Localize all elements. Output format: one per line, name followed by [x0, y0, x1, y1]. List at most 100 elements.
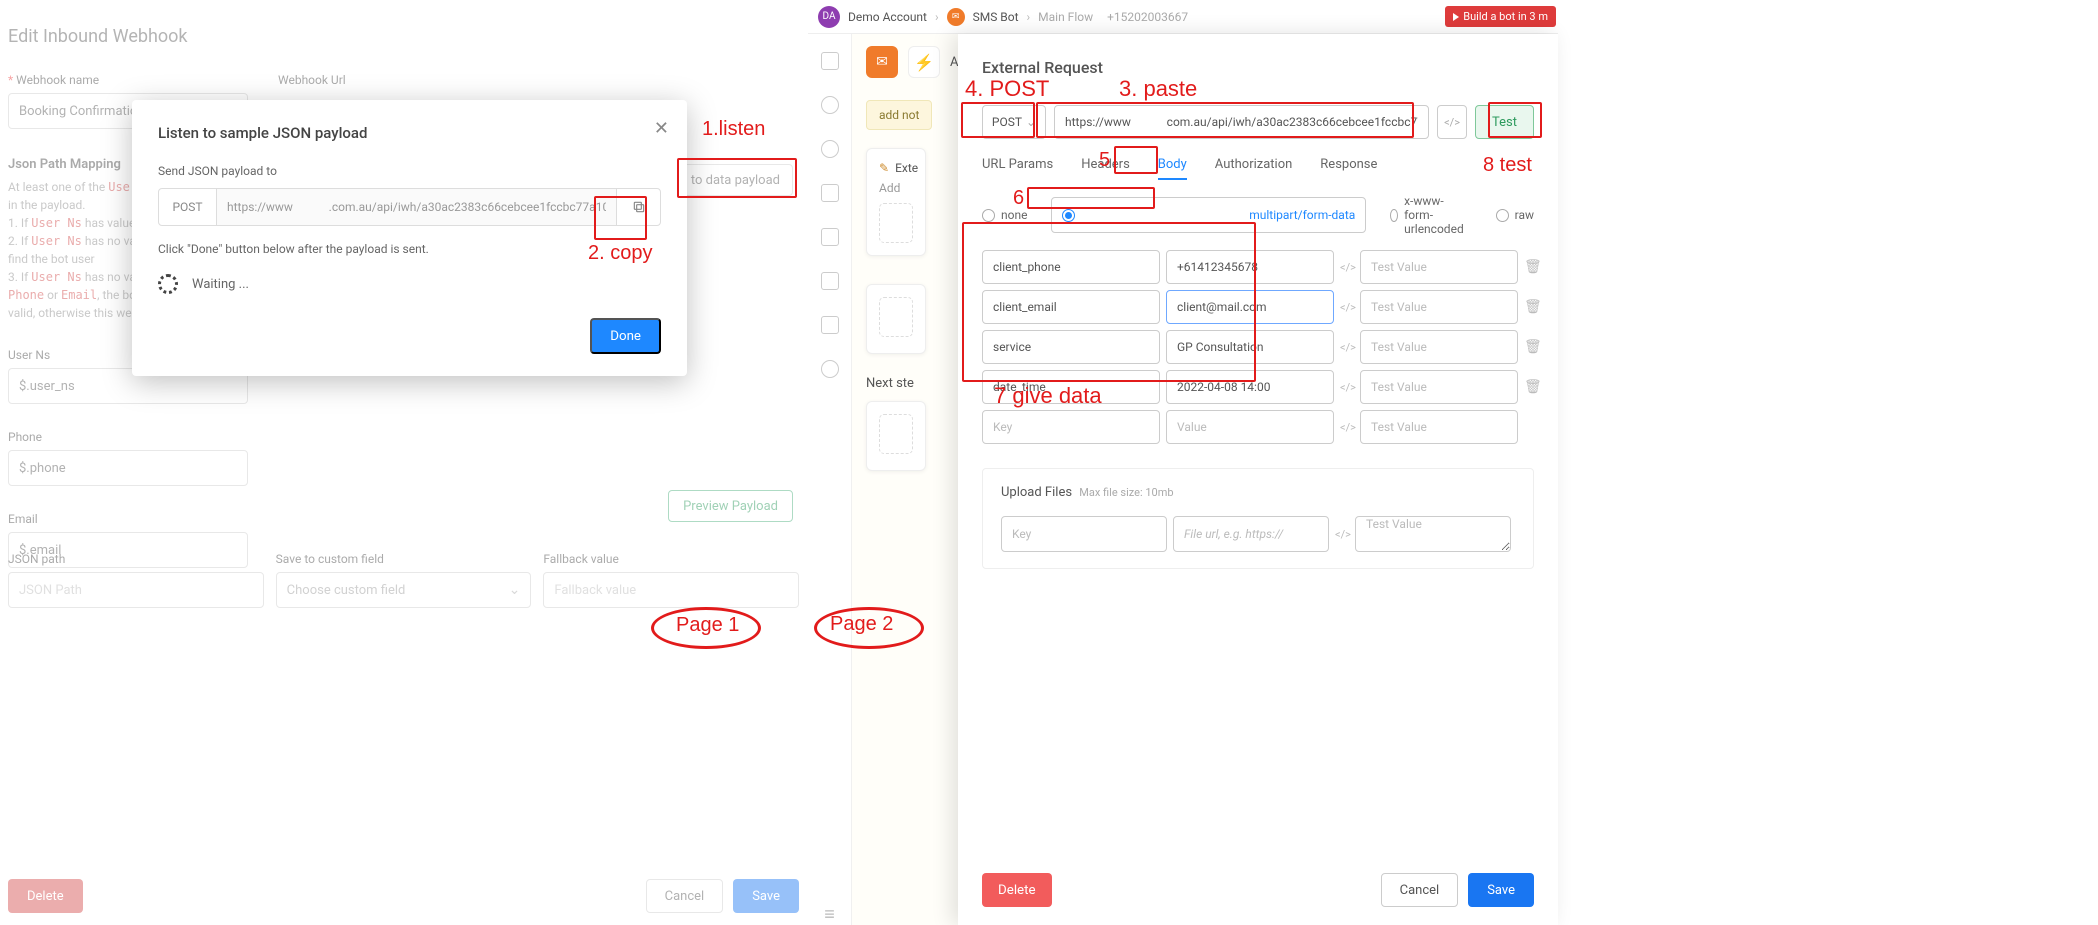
send-to-label: Send JSON payload to — [158, 164, 661, 178]
test-value-input[interactable] — [1360, 250, 1518, 284]
code-icon[interactable]: </> — [1340, 301, 1354, 314]
archive-icon[interactable] — [821, 272, 839, 290]
key-input[interactable] — [982, 370, 1160, 404]
value-input[interactable] — [1166, 410, 1334, 444]
grid-icon[interactable] — [821, 52, 839, 70]
kv-row: </> 🗑 — [982, 290, 1534, 324]
dots-icon[interactable] — [821, 360, 839, 378]
flow-phone: +15202003667 — [1107, 10, 1188, 24]
test-value-input[interactable] — [1360, 370, 1518, 404]
close-icon[interactable]: ✕ — [654, 118, 669, 139]
play-icon — [1453, 13, 1459, 21]
dashed-drop[interactable] — [879, 414, 913, 454]
panel-delete-button[interactable]: Delete — [982, 873, 1052, 907]
tab-url-params[interactable]: URL Params — [982, 157, 1053, 180]
add-note-button[interactable]: add not — [866, 100, 932, 130]
upload-hint: Max file size: 10mb — [1079, 486, 1173, 499]
page-title: Edit Inbound Webhook — [0, 0, 807, 47]
sms-chip-icon: ✉ — [866, 46, 898, 78]
panel-cancel-button[interactable]: Cancel — [1381, 873, 1459, 907]
megaphone-icon[interactable] — [821, 316, 839, 334]
action-card[interactable]: ✎Exte Add — [866, 148, 926, 256]
dashed-drop[interactable] — [879, 203, 913, 243]
panel-save-button[interactable]: Save — [1468, 873, 1534, 907]
value-input[interactable] — [1166, 290, 1334, 324]
file-test-value[interactable] — [1355, 516, 1511, 552]
build-video-button[interactable]: Build a bot in 3 m — [1445, 6, 1556, 27]
webhook-url-label: Webhook Url — [278, 73, 346, 87]
modal-url-input[interactable] — [217, 189, 616, 225]
body-kv-list: </> 🗑 </> 🗑 </> 🗑 — [982, 250, 1534, 444]
modal-method: POST — [159, 189, 217, 225]
test-value-input[interactable] — [1360, 330, 1518, 364]
kv-row: </> 🗑 — [982, 370, 1534, 404]
trash-icon[interactable]: 🗑 — [1524, 339, 1538, 355]
code-icon[interactable]: </> — [1437, 105, 1467, 139]
trash-icon[interactable]: 🗑 — [1524, 379, 1538, 395]
action-card-2[interactable] — [866, 284, 926, 354]
dashed-drop[interactable] — [879, 297, 913, 337]
trash-icon[interactable]: 🗑 — [1524, 259, 1538, 275]
body-type-xwww[interactable]: x-www-form-urlencoded — [1390, 194, 1471, 236]
phone-input[interactable] — [8, 450, 248, 486]
sms-icon: ✉ — [947, 8, 965, 26]
request-url-input[interactable] — [1054, 105, 1429, 139]
tab-response[interactable]: Response — [1320, 157, 1377, 180]
code-icon[interactable]: </> — [1340, 421, 1354, 434]
code-icon[interactable]: </> — [1340, 261, 1354, 274]
file-url-input[interactable] — [1173, 516, 1329, 552]
tab-authorization[interactable]: Authorization — [1215, 157, 1293, 180]
delete-button[interactable]: Delete — [8, 879, 83, 913]
headset-icon[interactable] — [821, 96, 839, 114]
trash-icon[interactable]: 🗑 — [1524, 299, 1538, 315]
code-icon[interactable]: </> — [1340, 341, 1354, 354]
panel-title: External Request — [982, 58, 1534, 77]
test-value-input[interactable] — [1360, 290, 1518, 324]
custom-field-select[interactable]: Choose custom field — [276, 572, 532, 608]
tab-body[interactable]: Body — [1158, 157, 1187, 180]
value-input[interactable] — [1166, 250, 1334, 284]
value-input[interactable] — [1166, 370, 1334, 404]
code-icon[interactable]: </> — [1340, 381, 1354, 394]
menu-icon[interactable]: ≡ — [824, 904, 835, 925]
modal-title: Listen to sample JSON payload — [158, 124, 661, 142]
method-select[interactable]: POST⌄ — [982, 105, 1046, 139]
value-input[interactable] — [1166, 330, 1334, 364]
bolt-icon: ⚡ — [908, 46, 940, 78]
gear-icon[interactable] — [821, 228, 839, 246]
sidebar: ≡ — [808, 34, 852, 925]
test-button[interactable]: Test — [1475, 105, 1534, 139]
cancel-button[interactable]: Cancel — [646, 879, 724, 913]
kv-row-empty: </> 🗑 — [982, 410, 1534, 444]
preview-payload-button[interactable]: Preview Payload — [668, 490, 793, 522]
listen-modal: ✕ Listen to sample JSON payload Send JSO… — [132, 100, 687, 376]
body-type-raw[interactable]: raw — [1496, 208, 1534, 222]
key-input[interactable] — [982, 410, 1160, 444]
key-input[interactable] — [982, 250, 1160, 284]
upload-title: Upload Files — [1001, 485, 1072, 500]
external-request-panel: External Request POST⌄ </> Test URL Para… — [958, 34, 1558, 925]
json-path-input[interactable] — [8, 572, 264, 608]
save-button[interactable]: Save — [733, 879, 799, 913]
done-button[interactable]: Done — [590, 318, 661, 354]
edit-icon: ✎ — [879, 161, 889, 175]
db-icon[interactable] — [821, 184, 839, 202]
body-type-multipart[interactable]: multipart/form-data — [1051, 197, 1366, 233]
test-value-input[interactable] — [1360, 410, 1518, 444]
user-icon[interactable] — [821, 140, 839, 158]
next-step-card[interactable] — [866, 401, 926, 471]
tab-headers[interactable]: Headers — [1081, 157, 1130, 180]
body-type-none[interactable]: none — [982, 208, 1027, 222]
key-input[interactable] — [982, 330, 1160, 364]
key-input[interactable] — [982, 290, 1160, 324]
account-name[interactable]: Demo Account — [848, 10, 927, 24]
copy-icon[interactable] — [616, 189, 660, 225]
fallback-input[interactable] — [543, 572, 799, 608]
json-path-label: JSON path — [8, 552, 264, 566]
flow-name[interactable]: Main Flow — [1038, 10, 1093, 24]
avatar: DA — [818, 6, 840, 28]
bot-name[interactable]: SMS Bot — [973, 10, 1019, 24]
code-icon[interactable]: </> — [1335, 528, 1349, 541]
kv-row: </> 🗑 — [982, 330, 1534, 364]
file-key-input[interactable] — [1001, 516, 1167, 552]
